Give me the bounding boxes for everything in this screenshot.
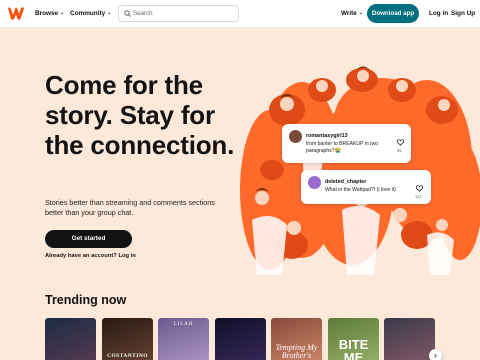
book-cover[interactable] bbox=[384, 318, 435, 360]
comment-username: romantasygirl13 bbox=[306, 133, 348, 139]
write-label: Write bbox=[341, 10, 357, 17]
book-cover[interactable]: Tempting My Brother's bbox=[271, 318, 322, 360]
comment-username: deleted_chapter bbox=[325, 179, 367, 185]
search-input[interactable] bbox=[133, 8, 233, 19]
comment-text: from banter to BREAKUP in two paragraphs… bbox=[306, 141, 379, 155]
chevron-right-icon: › bbox=[434, 350, 437, 360]
trending-heading: Trending now bbox=[45, 293, 127, 307]
community-menu[interactable]: Community ⌄ bbox=[70, 10, 111, 17]
search-icon bbox=[124, 10, 131, 17]
avatar bbox=[289, 130, 302, 143]
download-app-button[interactable]: Download app bbox=[367, 4, 419, 23]
browse-menu[interactable]: Browse ⌄ bbox=[35, 10, 64, 17]
write-menu[interactable]: Write ⌄ bbox=[341, 10, 363, 17]
chevron-down-icon: ⌄ bbox=[107, 10, 112, 16]
chevron-down-icon: ⌄ bbox=[358, 10, 364, 16]
comment-text: What in the Wattpad?! (i love it) bbox=[325, 187, 396, 193]
heart-icon[interactable] bbox=[397, 139, 404, 146]
book-title: Tempting My Brother's bbox=[275, 343, 318, 360]
chevron-down-icon: ⌄ bbox=[60, 10, 65, 16]
hero-subtitle: Stories better than streaming and commen… bbox=[45, 198, 215, 217]
community-label: Community bbox=[70, 10, 106, 17]
top-navigation: Browse⌄ Community⌄ Write⌄ Download app L… bbox=[0, 0, 480, 28]
next-arrow-button[interactable]: › bbox=[429, 349, 442, 360]
book-cover[interactable] bbox=[215, 318, 266, 360]
hero-title: Come for the story. Stay for the connect… bbox=[45, 70, 235, 160]
book-cover[interactable]: COSTANTINO bbox=[102, 318, 153, 360]
wattpad-logo-icon[interactable] bbox=[7, 6, 25, 21]
book-title: BITE ME bbox=[338, 337, 369, 360]
book-cover[interactable]: LILAH bbox=[158, 318, 209, 360]
avatar bbox=[308, 176, 321, 189]
book-cover[interactable] bbox=[45, 318, 96, 360]
book-title: LILAH bbox=[173, 322, 194, 327]
book-cover[interactable]: BITE ME bbox=[328, 318, 379, 360]
book-title: COSTANTINO bbox=[107, 353, 148, 359]
browse-label: Browse bbox=[35, 10, 59, 17]
heart-icon[interactable] bbox=[416, 185, 423, 192]
comment-card: deleted_chapter What in the Wattpad?! (i… bbox=[301, 170, 431, 204]
like-count: 65 bbox=[397, 148, 402, 153]
get-started-button[interactable]: Get started bbox=[45, 230, 132, 248]
login-prompt-link[interactable]: Already have an account? Log in bbox=[45, 253, 136, 259]
search-box[interactable] bbox=[118, 5, 239, 22]
login-link[interactable]: Log in bbox=[429, 10, 448, 17]
hero-illustration bbox=[240, 66, 480, 275]
comment-card: romantasygirl13 from banter to BREAKUP i… bbox=[282, 124, 411, 163]
like-count: 112 bbox=[415, 194, 422, 199]
signup-link[interactable]: Sign Up bbox=[451, 10, 475, 17]
